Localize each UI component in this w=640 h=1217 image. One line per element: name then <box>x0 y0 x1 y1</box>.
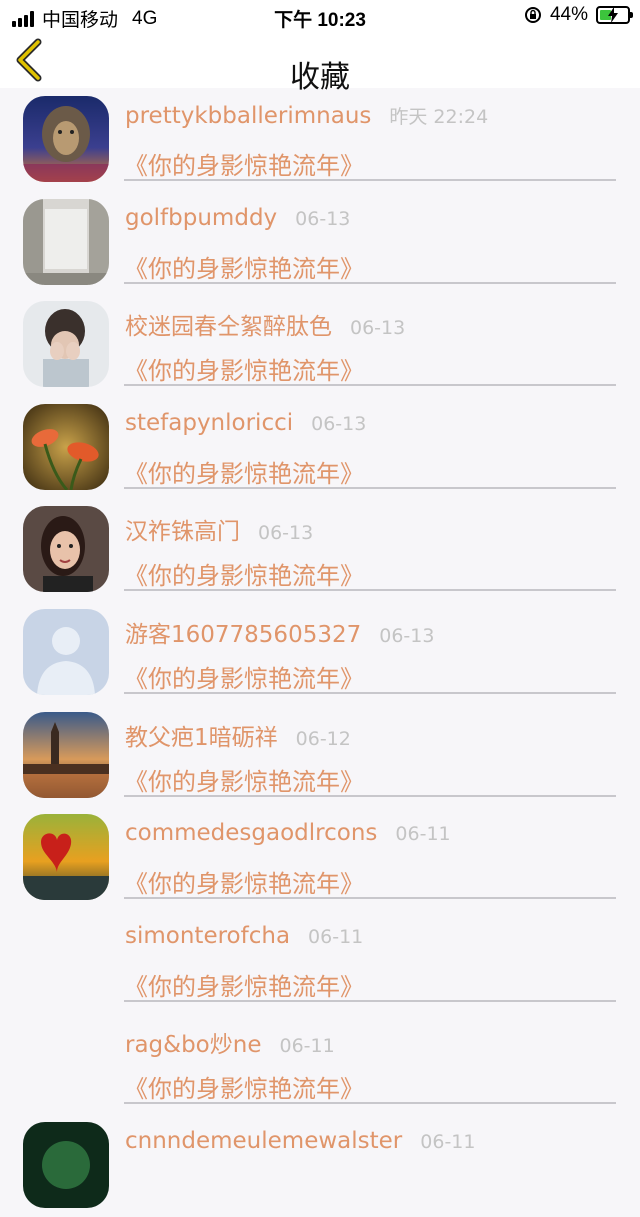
user-name[interactable]: 校迷园春仝絮醉肽色 <box>125 307 332 341</box>
charging-bolt-icon <box>608 7 618 23</box>
user-name[interactable]: commedesgaodlrcons <box>125 820 377 846</box>
nav-bar: 收藏 <box>0 32 640 95</box>
timestamp: 06-13 <box>379 624 435 647</box>
timestamp: 06-11 <box>279 1035 335 1058</box>
work-title[interactable]: 《你的身影惊艳流年》 <box>124 967 364 1002</box>
favorite-item[interactable]: 教父疤1暗砺祥 06-12 《你的身影惊艳流年》 <box>0 704 640 807</box>
timestamp: 06-11 <box>395 823 451 846</box>
work-title[interactable]: 《你的身影惊艳流年》 <box>124 864 364 899</box>
user-name[interactable]: 游客1607785605327 <box>125 615 361 649</box>
divider <box>124 179 616 181</box>
user-name[interactable]: simonterofcha <box>125 923 290 949</box>
avatar[interactable] <box>23 814 109 901</box>
divider <box>124 897 616 900</box>
favorite-item[interactable]: cnnndemeulemewalster 06-11 <box>0 1114 640 1217</box>
divider <box>124 281 616 284</box>
avatar[interactable] <box>23 608 109 695</box>
battery-percent: 44% <box>549 4 588 25</box>
favorite-item[interactable]: prettykbballerimnaus 昨天 22:24 《你的身影惊艳流年》 <box>0 88 640 191</box>
divider <box>124 999 616 1002</box>
user-name[interactable]: 汉祚铢高门 <box>125 512 240 546</box>
timestamp: 06-13 <box>295 207 351 230</box>
avatar[interactable] <box>23 96 109 182</box>
user-name[interactable]: prettykbballerimnaus <box>125 103 371 129</box>
avatar[interactable] <box>23 1121 109 1208</box>
avatar[interactable] <box>23 917 109 1003</box>
timestamp: 06-13 <box>311 412 367 435</box>
divider <box>124 1102 616 1105</box>
work-title[interactable]: 《你的身影惊艳流年》 <box>124 556 364 591</box>
favorite-item[interactable]: stefapynloricci 06-13 《你的身影惊艳流年》 <box>0 396 640 499</box>
favorite-item[interactable]: commedesgaodlrcons 06-11 《你的身影惊艳流年》 <box>0 806 640 909</box>
rotation-lock-icon <box>524 7 541 23</box>
favorite-item[interactable]: rag&bo炒ne 06-11 《你的身影惊艳流年》 <box>0 1011 640 1114</box>
divider <box>124 384 616 387</box>
user-name[interactable]: cnnndemeulemewalster <box>125 1128 402 1154</box>
favorite-item[interactable]: 汉祚铢高门 06-13 《你的身影惊艳流年》 <box>0 498 640 601</box>
divider <box>124 794 616 797</box>
favorite-item[interactable]: golfbpumddy 06-13 《你的身影惊艳流年》 <box>0 191 640 294</box>
favorite-item[interactable]: simonterofcha 06-11 《你的身影惊艳流年》 <box>0 909 640 1012</box>
favorite-item[interactable]: 游客1607785605327 06-13 《你的身影惊艳流年》 <box>0 601 640 704</box>
timestamp: 06-13 <box>258 522 314 545</box>
timestamp: 昨天 22:24 <box>389 106 489 128</box>
favorite-item[interactable]: 校迷园春仝絮醉肽色 06-13 《你的身影惊艳流年》 <box>0 293 640 396</box>
work-title[interactable]: 《你的身影惊艳流年》 <box>124 351 364 386</box>
divider <box>124 691 616 694</box>
avatar[interactable] <box>23 301 109 388</box>
favorites-list: prettykbballerimnaus 昨天 22:24 《你的身影惊艳流年》 go… <box>0 88 640 1217</box>
status-bar: 中国移动 4G 下午 10:23 44% <box>0 0 640 32</box>
user-name[interactable]: 教父疤1暗砺祥 <box>125 718 278 752</box>
timestamp: 06-13 <box>350 317 406 340</box>
divider <box>124 589 616 592</box>
avatar[interactable] <box>23 198 109 285</box>
avatar[interactable] <box>23 506 109 593</box>
battery-icon <box>596 6 633 24</box>
user-name[interactable]: rag&bo炒ne <box>125 1025 261 1059</box>
avatar[interactable] <box>23 711 109 798</box>
timestamp: 06-11 <box>308 925 364 948</box>
work-title[interactable]: 《你的身影惊艳流年》 <box>124 659 364 694</box>
timestamp: 06-12 <box>295 727 351 750</box>
avatar[interactable] <box>23 1019 109 1105</box>
user-name[interactable]: golfbpumddy <box>125 205 277 231</box>
work-title[interactable]: 《你的身影惊艳流年》 <box>124 249 364 284</box>
work-title[interactable]: 《你的身影惊艳流年》 <box>124 1069 364 1104</box>
divider <box>124 486 616 489</box>
avatar[interactable] <box>23 403 109 490</box>
work-title[interactable]: 《你的身影惊艳流年》 <box>124 762 364 797</box>
work-title[interactable]: 《你的身影惊艳流年》 <box>124 146 364 181</box>
work-title[interactable]: 《你的身影惊艳流年》 <box>124 454 364 489</box>
timestamp: 06-11 <box>420 1130 476 1153</box>
user-name[interactable]: stefapynloricci <box>125 410 293 436</box>
